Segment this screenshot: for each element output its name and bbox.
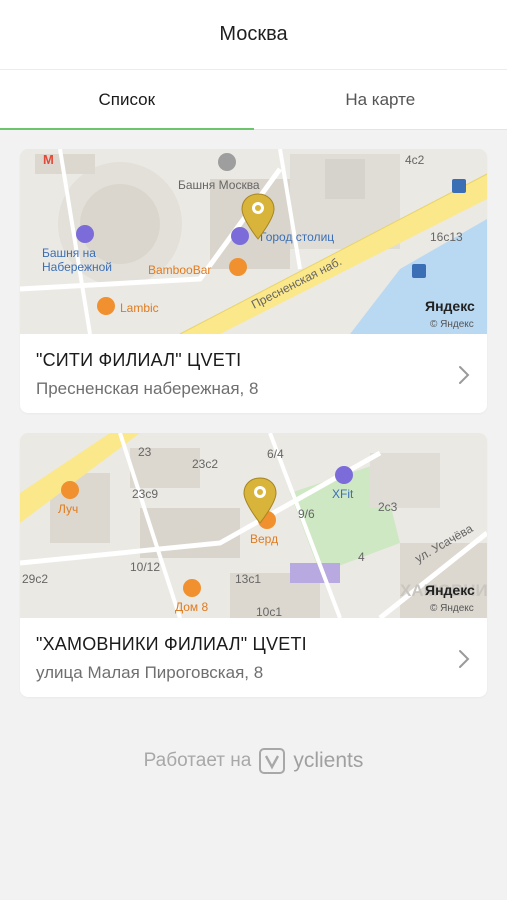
powered-by-footer: Работает на yclients (0, 744, 507, 778)
tab-map[interactable]: На карте (254, 70, 507, 129)
chevron-right-icon (459, 650, 470, 668)
map-label-building-2: 16с13 (430, 230, 463, 244)
office-icon (231, 227, 249, 245)
office-icon (76, 225, 94, 243)
top-bar: Москва (0, 0, 507, 70)
tab-list-label: Список (98, 89, 156, 109)
map-label-building: 13с1 (235, 572, 261, 586)
map-label-building: 23с9 (132, 487, 158, 501)
map-copyright: © Яндекс (430, 319, 474, 330)
map-label-building: 10с1 (256, 605, 282, 618)
branch-card[interactable]: 23 23с2 6/4 23с9 9/6 2с3 10/12 4 13с1 29… (20, 433, 487, 697)
map-label-xfit: XFit (332, 487, 354, 501)
map-label-building: 2с3 (378, 500, 398, 514)
branch-map-preview: Башня Москва Башня на Набережной BambooB… (20, 149, 487, 334)
branch-card[interactable]: Башня Москва Башня на Набережной BambooB… (20, 149, 487, 413)
branch-name: "ХАМОВНИКИ ФИЛИАЛ" ЦVETI (36, 634, 307, 654)
map-image: Башня Москва Башня на Набережной BambooB… (20, 149, 487, 334)
map-label-verd: Верд (250, 532, 278, 546)
yandex-logo: Яндекс (425, 298, 475, 314)
powered-by-text: Работает на (143, 750, 252, 771)
map-label-building-1: 4с2 (405, 153, 425, 167)
map-label-tower: Башня Москва (178, 178, 260, 192)
office-icon (218, 153, 236, 171)
pier-icon (412, 264, 426, 278)
map-label-luch: Луч (58, 502, 78, 516)
fitness-icon (335, 466, 353, 484)
map-label-embankment-1: Башня на (42, 246, 96, 260)
yclients-brand[interactable]: yclients (293, 749, 363, 773)
map-label-building: 23с2 (192, 457, 218, 471)
bus-stop-icon (452, 179, 466, 193)
restaurant-icon (97, 297, 115, 315)
map-label-city-of-capitals: Город столиц (260, 230, 334, 244)
map-label-building: 10/12 (130, 560, 160, 574)
map-image: 23 23с2 6/4 23с9 9/6 2с3 10/12 4 13с1 29… (20, 433, 487, 618)
map-label-bamboo: BambooBar (148, 263, 211, 277)
chevron-right-icon (459, 366, 470, 384)
map-label-lambic: Lambic (120, 301, 159, 315)
branch-name: "СИТИ ФИЛИАЛ" ЦVETI (36, 350, 242, 370)
yclients-logo-icon (259, 748, 286, 774)
map-label-embankment-2: Набережной (42, 260, 112, 274)
yandex-logo: Яндекс (425, 582, 475, 598)
map-label-building: 9/6 (298, 507, 315, 521)
city-title[interactable]: Москва (219, 23, 287, 46)
branch-map-preview: 23 23с2 6/4 23с9 9/6 2с3 10/12 4 13с1 29… (20, 433, 487, 618)
branch-address: улица Малая Пироговская, 8 (36, 663, 264, 682)
restaurant-icon (183, 579, 201, 597)
restaurant-icon (229, 258, 247, 276)
branch-info: "СИТИ ФИЛИАЛ" ЦVETI Пресненская набережн… (20, 334, 487, 413)
map-label-building: 6/4 (267, 447, 284, 461)
map-copyright: © Яндекс (430, 603, 474, 614)
branch-address: Пресненская набережная, 8 (36, 379, 259, 398)
map-label-dom8: Дом 8 (175, 600, 209, 614)
map-label-building: 29с2 (22, 572, 48, 586)
metro-icon: М (43, 152, 54, 167)
branch-info: "ХАМОВНИКИ ФИЛИАЛ" ЦVETI улица Малая Пир… (20, 618, 487, 697)
map-label-building: 4 (358, 550, 365, 564)
map-label-building: 23 (138, 445, 152, 459)
branch-list: Башня Москва Башня на Набережной BambooB… (20, 149, 487, 717)
view-tabs: Список На карте (0, 70, 507, 130)
tab-list[interactable]: Список (0, 70, 254, 130)
restaurant-icon (61, 481, 79, 499)
tab-map-label: На карте (345, 89, 416, 109)
